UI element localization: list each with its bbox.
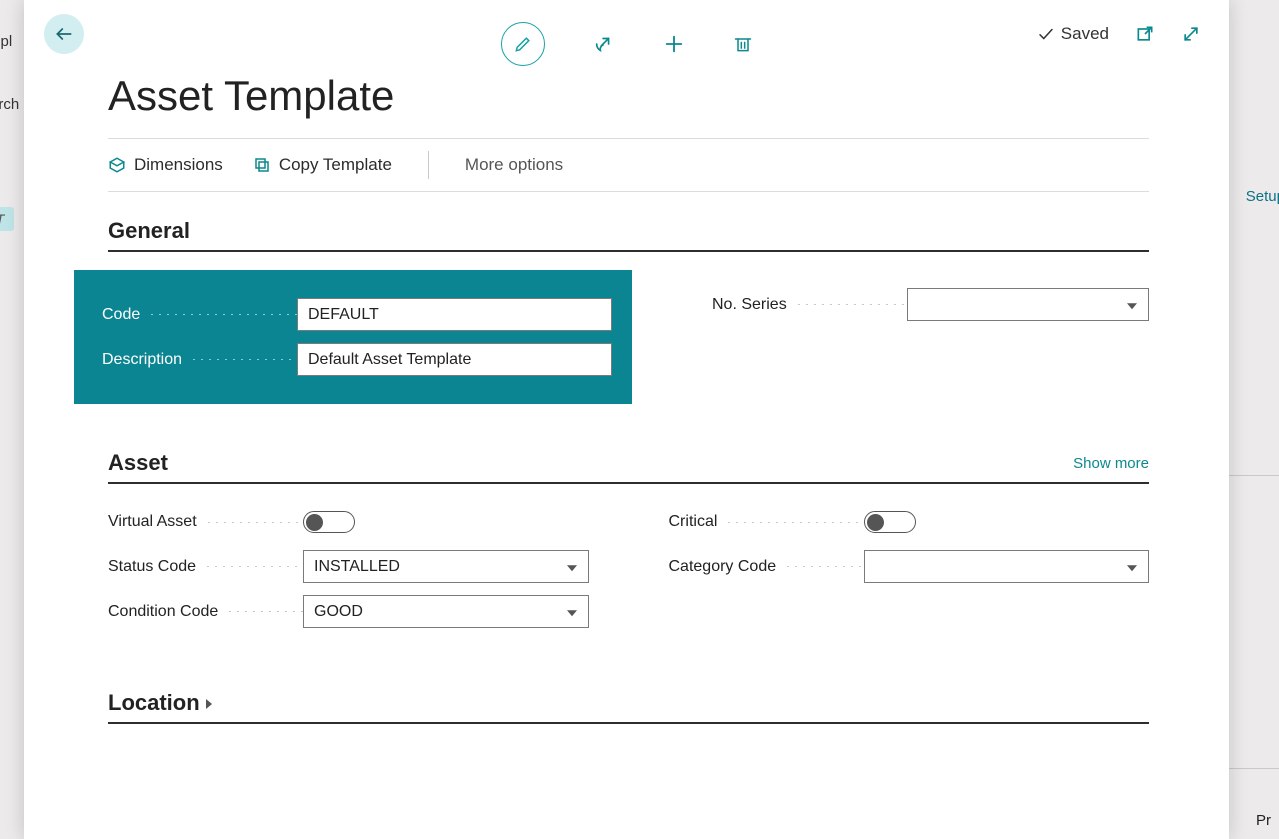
no-series-select[interactable] <box>907 288 1149 321</box>
pencil-icon <box>513 34 533 54</box>
bg-right-footer-label: Pr <box>1256 812 1271 829</box>
critical-toggle[interactable] <box>864 511 916 533</box>
expand-button[interactable] <box>1181 24 1201 44</box>
show-more-link[interactable]: Show more <box>1073 455 1149 472</box>
edit-button[interactable] <box>501 22 545 66</box>
action-bar: Dimensions Copy Template More options <box>108 138 1149 192</box>
modal-panel: Saved Asset Template Dimen <box>24 0 1229 839</box>
delete-button[interactable] <box>733 33 753 55</box>
topbar-center <box>501 22 753 66</box>
new-button[interactable] <box>663 33 685 55</box>
open-new-window-icon <box>1135 24 1155 44</box>
status-code-select[interactable] <box>303 550 589 583</box>
virtual-asset-label: Virtual Asset <box>108 513 303 531</box>
condition-code-select[interactable] <box>303 595 589 628</box>
page-title: Asset Template <box>108 72 1149 120</box>
copy-icon <box>253 156 271 174</box>
share-icon <box>593 33 615 55</box>
status-code-label: Status Code <box>108 558 303 576</box>
no-series-label: No. Series <box>712 296 907 314</box>
copy-template-label: Copy Template <box>279 155 392 175</box>
bg-right-setup-label: Setup <box>1246 188 1279 205</box>
section-location-title[interactable]: Location <box>108 690 212 716</box>
saved-indicator: Saved <box>1037 24 1109 44</box>
saved-label: Saved <box>1061 24 1109 44</box>
bg-left-label-2: arch <box>0 96 19 113</box>
condition-code-label: Condition Code <box>108 603 303 621</box>
critical-label: Critical <box>669 513 864 531</box>
code-label: Code <box>102 306 297 324</box>
more-options-action[interactable]: More options <box>465 155 563 175</box>
dimensions-label: Dimensions <box>134 155 223 175</box>
bg-left-label-1: mpl <box>0 33 12 50</box>
copy-template-action[interactable]: Copy Template <box>253 155 392 175</box>
section-asset-title: Asset <box>108 450 168 476</box>
page-content: Asset Template Dimensions Copy Template … <box>24 64 1229 744</box>
bg-left-tag: T <box>0 207 14 231</box>
section-general: General Code Description <box>108 218 1149 404</box>
code-input[interactable] <box>297 298 612 331</box>
share-button[interactable] <box>593 33 615 55</box>
section-asset: Asset Show more Virtual Asset Status Cod… <box>108 450 1149 640</box>
description-input[interactable] <box>297 343 612 376</box>
dimensions-icon <box>108 156 126 174</box>
check-icon <box>1037 25 1055 43</box>
bg-left-strip: mpl arch T <box>0 0 24 839</box>
description-label: Description <box>102 351 297 369</box>
open-new-window-button[interactable] <box>1135 24 1155 44</box>
highlight-box: Code Description <box>74 270 632 404</box>
dimensions-action[interactable]: Dimensions <box>108 155 223 175</box>
more-options-label: More options <box>465 155 563 174</box>
plus-icon <box>663 33 685 55</box>
bg-right-strip: Setup Pr <box>1229 0 1279 839</box>
category-code-select[interactable] <box>864 550 1150 583</box>
arrow-left-icon <box>54 24 74 44</box>
trash-icon <box>733 33 753 55</box>
expand-icon <box>1181 24 1201 44</box>
virtual-asset-toggle[interactable] <box>303 511 355 533</box>
back-button[interactable] <box>44 14 84 54</box>
category-code-label: Category Code <box>669 558 864 576</box>
action-divider <box>428 151 429 179</box>
section-location: Location <box>108 690 1149 724</box>
section-general-title: General <box>108 218 190 244</box>
